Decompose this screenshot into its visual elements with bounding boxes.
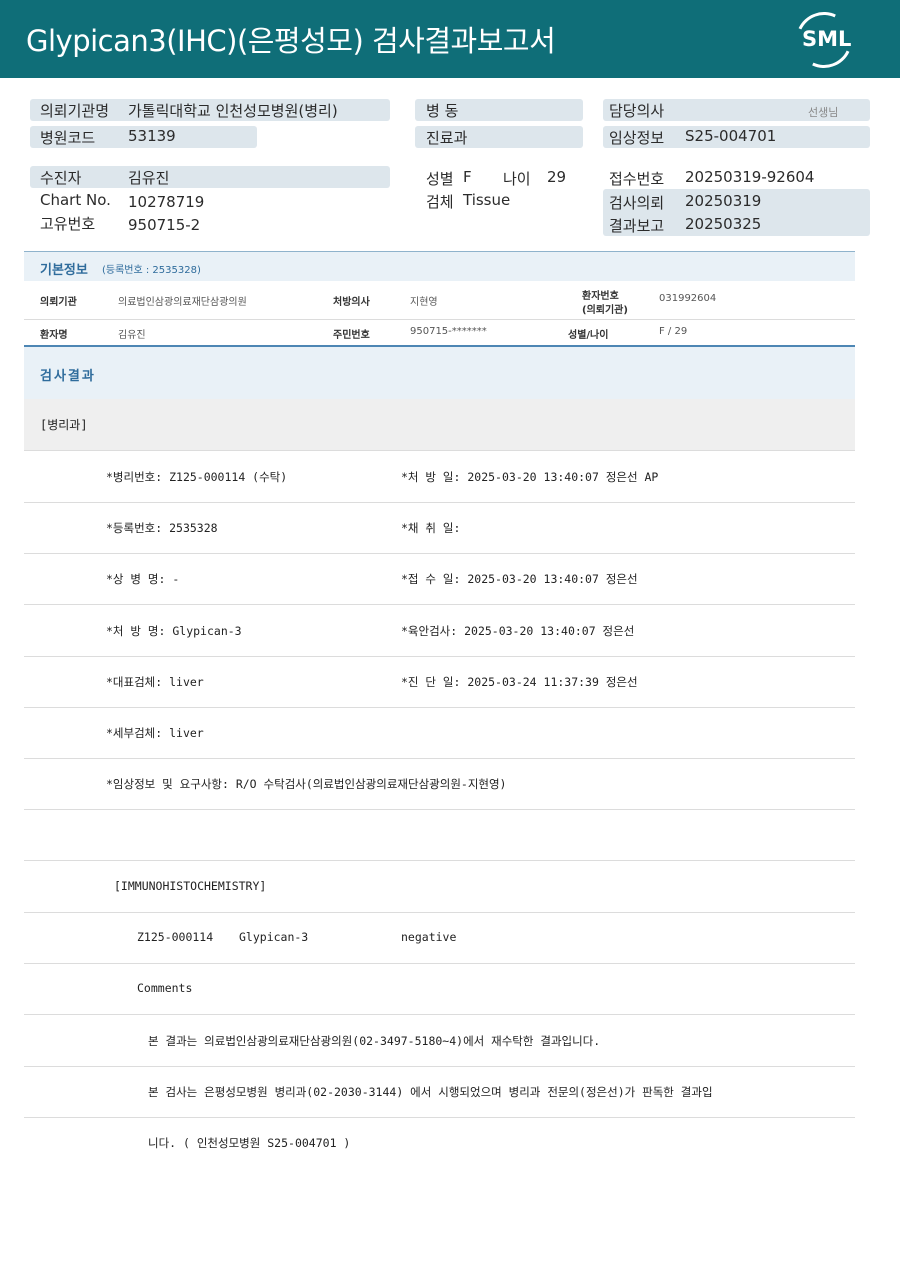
pt-no-key-sub: (의뢰기관)	[582, 305, 628, 316]
result-line-left: *병리번호: Z125-000114 (수탁)	[106, 470, 288, 484]
hospital-code-label: 병원코드	[40, 129, 96, 147]
result-line-left: *임상정보 및 요구사항: R/O 수탁검사(의료법인삼광의료재단삼광의원-지현…	[106, 777, 507, 791]
sexage-key: 성별/나이	[568, 330, 609, 341]
hospital-code-value: 53139	[128, 127, 176, 145]
unique-label: 고유번호	[40, 215, 96, 233]
specimen-value: Tissue	[463, 191, 511, 209]
comments-row: Comments	[24, 963, 855, 1015]
dept-row: [병리과]	[24, 399, 855, 451]
name-key: 환자명	[40, 330, 68, 341]
result-line: *처 방 명: Glypican-3 *육안검사: 2025-03-20 13:…	[24, 605, 855, 657]
receipt-value: 20250319-92604	[685, 168, 815, 186]
request-value: 20250319	[685, 192, 762, 210]
result-line: *임상정보 및 요구사항: R/O 수탁검사(의료법인삼광의료재단삼광의원-지현…	[24, 758, 855, 810]
report-label: 결과보고	[609, 217, 665, 235]
comment-line: 본 검사는 은평성모병원 병리과(02-2030-3144) 에서 시행되었으며…	[24, 1066, 855, 1118]
receipt-label: 접수번호	[609, 170, 665, 188]
comment-text: 본 검사는 은평성모병원 병리과(02-2030-3144) 에서 시행되었으며…	[148, 1085, 713, 1099]
basic-info-row-2: 환자명 김유진 주민번호 950715-******* 성별/나이 F / 29	[24, 320, 855, 347]
ihc-id: Z125-000114	[137, 930, 214, 944]
request-org-label: 의뢰기관명	[40, 102, 110, 120]
doctor-label: 담당의사	[609, 102, 665, 120]
rrn-value: 950715-*******	[410, 326, 487, 337]
request-label: 검사의뢰	[609, 194, 665, 212]
result-line: *세부검체: liver	[24, 707, 855, 759]
result-title: 검사결과	[40, 369, 96, 384]
specimen-label: 검체	[426, 193, 454, 211]
result-line: *등록번호: 2535328 *채 취 일:	[24, 502, 855, 554]
result-line-left: *세부검체: liver	[106, 726, 204, 740]
sexage-value: F / 29	[659, 326, 688, 337]
comment-line: 본 결과는 의료법인삼광의료재단삼광의원(02-3497-5180~4)에서 재…	[24, 1015, 855, 1067]
result-line: *대표검체: liver *진 단 일: 2025-03-24 11:37:39…	[24, 656, 855, 708]
ihc-result: negative	[401, 930, 457, 944]
ihc-marker: Glypican-3	[239, 930, 309, 944]
basic-info-title: 기본정보	[40, 263, 88, 278]
result-line-right: *육안검사: 2025-03-20 13:40:07 정은선	[401, 624, 635, 638]
comment-text: 니다. ( 인천성모병원 S25-004701 )	[148, 1136, 351, 1150]
org-key: 의뢰기관	[40, 297, 77, 308]
doctor-suffix: 선생님	[808, 106, 839, 119]
comment-text: 본 결과는 의료법인삼광의료재단삼광의원(02-3497-5180~4)에서 재…	[148, 1034, 601, 1048]
presc-doc-key: 처방의사	[333, 297, 370, 308]
dept-label: [병리과]	[40, 418, 88, 432]
pt-no-value: 031992604	[659, 293, 717, 304]
age-value: 29	[547, 168, 567, 186]
patient-box	[30, 166, 390, 188]
patient-value: 김유진	[128, 169, 170, 187]
chart-label: Chart No.	[40, 191, 111, 209]
result-line-right: *채 취 일:	[401, 521, 461, 535]
basic-info-sub: (등록번호 : 2535328)	[102, 265, 201, 276]
pt-no-key: 환자번호	[582, 291, 619, 302]
rrn-key: 주민번호	[333, 330, 370, 341]
name-value: 김유진	[118, 330, 146, 341]
result-line-right: *접 수 일: 2025-03-20 13:40:07 정은선	[401, 572, 638, 586]
ihc-header: [IMMUNOHISTOCHEMISTRY]	[114, 879, 267, 893]
chart-value: 10278719	[128, 193, 205, 211]
dept-label: 진료과	[426, 129, 468, 147]
comment-line: 니다. ( 인천성모병원 S25-004701 )	[24, 1117, 855, 1169]
blank-row	[24, 809, 855, 861]
sml-logo: SML	[788, 4, 860, 76]
result-line: *상 병 명: - *접 수 일: 2025-03-20 13:40:07 정은…	[24, 553, 855, 605]
report-title: Glypican3(IHC)(은평성모) 검사결과보고서	[26, 24, 556, 58]
logo-text: SML	[802, 27, 852, 51]
org-value: 의료법인삼광의료재단삼광의원	[118, 297, 247, 308]
ihc-header-row: [IMMUNOHISTOCHEMISTRY]	[24, 861, 855, 913]
sex-value: F	[463, 168, 472, 186]
basic-info-row-1: 의뢰기관 의료법인삼광의료재단삼광의원 처방의사 지현영 환자번호 (의뢰기관)…	[24, 281, 855, 320]
result-line-right: *처 방 일: 2025-03-20 13:40:07 정은선 AP	[401, 470, 659, 484]
comments-label: Comments	[137, 981, 193, 995]
patient-label: 수진자	[40, 169, 82, 187]
result-line-left: *처 방 명: Glypican-3	[106, 624, 242, 638]
result-header: 검사결과	[24, 347, 855, 399]
age-label: 나이	[503, 170, 531, 188]
ward-label: 병 동	[426, 102, 459, 120]
clinical-value: S25-004701	[685, 127, 777, 145]
request-org-value: 가톨릭대학교 인천성모병원(병리)	[128, 102, 338, 120]
clinical-label: 임상정보	[609, 129, 665, 147]
result-line: *병리번호: Z125-000114 (수탁) *처 방 일: 2025-03-…	[24, 451, 855, 503]
report-value: 20250325	[685, 215, 762, 233]
result-line-right: *진 단 일: 2025-03-24 11:37:39 정은선	[401, 675, 638, 689]
ihc-result-row: Z125-000114 Glypican-3 negative	[24, 912, 855, 964]
sex-label: 성별	[426, 170, 454, 188]
report-header: Glypican3(IHC)(은평성모) 검사결과보고서 SML	[0, 0, 900, 78]
result-line-left: *대표검체: liver	[106, 675, 204, 689]
basic-info-bar: 기본정보 (등록번호 : 2535328)	[24, 251, 855, 281]
result-line-left: *상 병 명: -	[106, 572, 180, 586]
unique-value: 950715-2	[128, 216, 201, 234]
presc-doc-value: 지현영	[410, 297, 438, 308]
result-line-left: *등록번호: 2535328	[106, 521, 218, 535]
